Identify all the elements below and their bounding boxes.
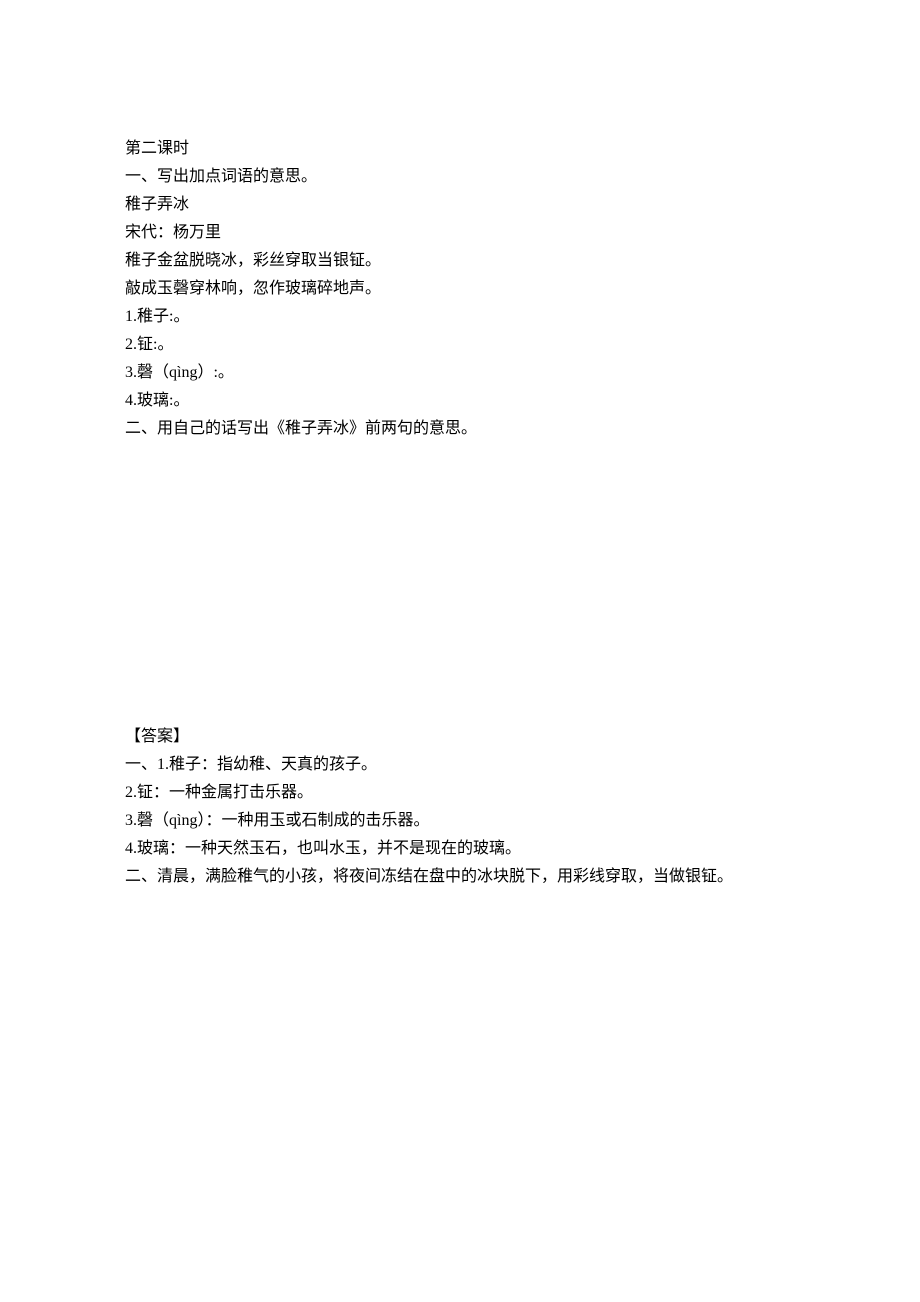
- answer-2: 2.钲：一种金属打击乐器。: [125, 779, 795, 807]
- document-body: 第二课时 一、写出加点词语的意思。 稚子弄冰 宋代：杨万里 稚子金盆脱晓冰，彩丝…: [125, 135, 795, 891]
- content-gap: [125, 443, 795, 723]
- section1-heading: 一、写出加点词语的意思。: [125, 163, 795, 191]
- answer-3: 3.磬（qìng）：一种用玉或石制成的击乐器。: [125, 807, 795, 835]
- poem-line1: 稚子金盆脱晓冰，彩丝穿取当银钲。: [125, 247, 795, 275]
- section2-heading: 二、用自己的话写出《稚子弄冰》前两句的意思。: [125, 415, 795, 443]
- answer-5: 二、清晨，满脸稚气的小孩，将夜间冻结在盘中的冰块脱下，用彩线穿取，当做银钲。: [125, 863, 795, 891]
- answer-1: 一、1.稚子：指幼稚、天真的孩子。: [125, 751, 795, 779]
- question-2: 2.钲:。: [125, 331, 795, 359]
- poem-line2: 敲成玉磬穿林响，忽作玻璃碎地声。: [125, 275, 795, 303]
- answer-4: 4.玻璃：一种天然玉石，也叫水玉，并不是现在的玻璃。: [125, 835, 795, 863]
- poem-author: 宋代：杨万里: [125, 219, 795, 247]
- poem-title: 稚子弄冰: [125, 191, 795, 219]
- question-1: 1.稚子:。: [125, 303, 795, 331]
- answers-label: 【答案】: [125, 723, 795, 751]
- question-3: 3.磬（qìng）:。: [125, 359, 795, 387]
- lesson-title: 第二课时: [125, 135, 795, 163]
- question-4: 4.玻璃:。: [125, 387, 795, 415]
